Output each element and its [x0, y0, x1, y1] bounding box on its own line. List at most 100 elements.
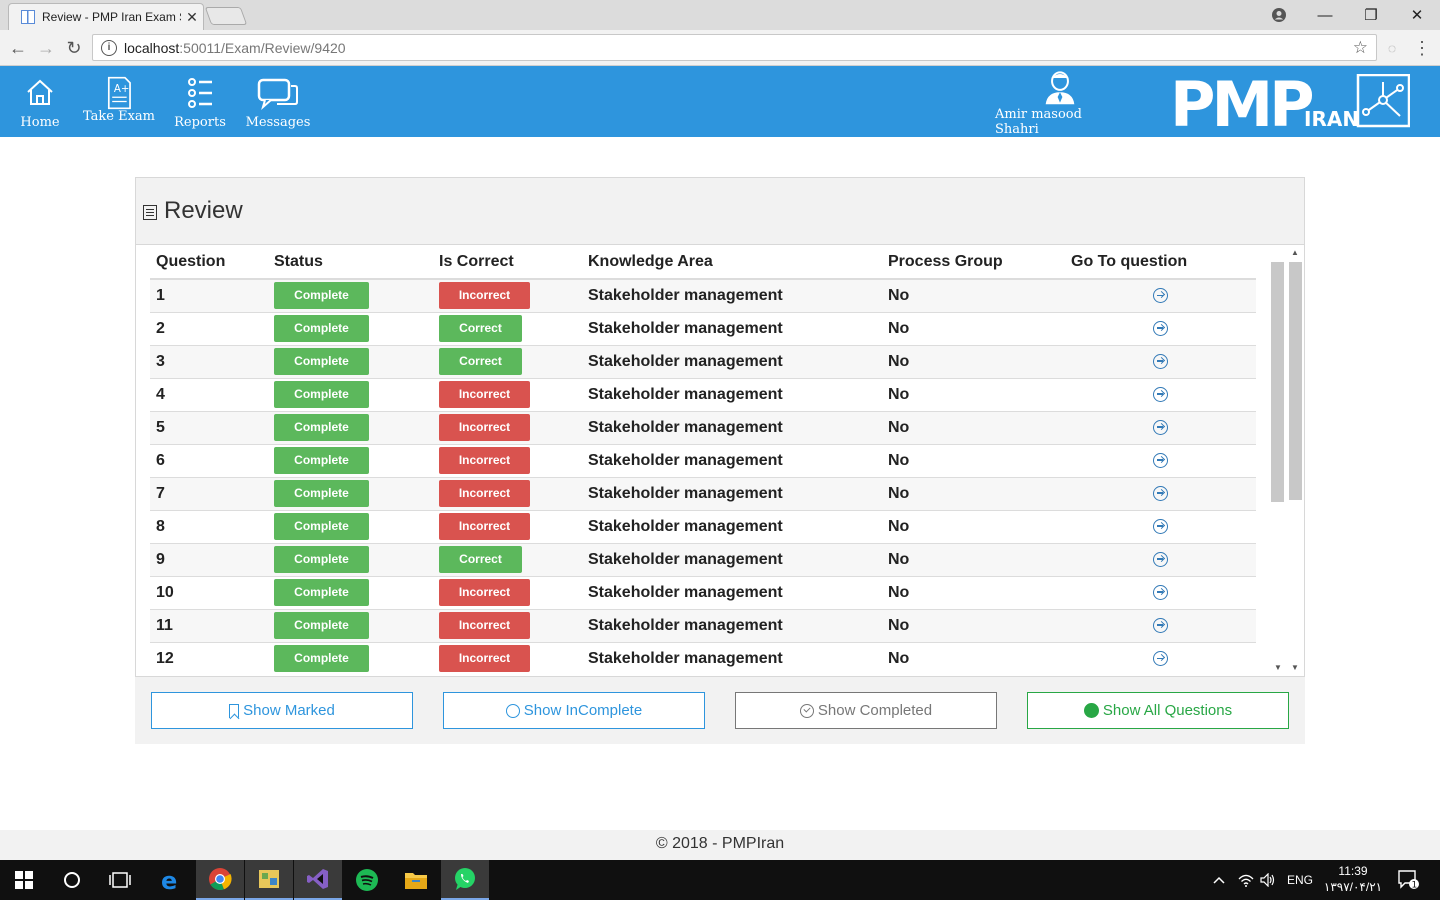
- address-bar[interactable]: i localhost:50011/Exam/Review/9420 ☆: [92, 34, 1377, 61]
- status-cell: Complete: [268, 641, 433, 675]
- table-scrollbar[interactable]: ▲ ▼ ▼: [1271, 246, 1305, 677]
- arrow-circle-right-icon[interactable]: [1153, 617, 1168, 633]
- col-knowledge-area: Knowledge Area: [582, 246, 882, 280]
- status-cell: Complete: [268, 443, 433, 477]
- scrollbar-thumb[interactable]: [1271, 262, 1284, 502]
- knowledge-area: Stakeholder management: [582, 509, 882, 543]
- user-avatar-icon: [1045, 71, 1075, 105]
- pmp-iran-logo[interactable]: PMP IRAN: [1170, 68, 1411, 141]
- arrow-circle-right-icon[interactable]: [1153, 353, 1168, 369]
- nav-take-exam[interactable]: A+ Take Exam: [82, 66, 156, 137]
- show-all-questions-button[interactable]: Show All Questions: [1027, 692, 1289, 729]
- is-correct-cell: Incorrect: [433, 443, 582, 477]
- process-group: No: [882, 641, 1065, 675]
- visual-studio-icon[interactable]: [294, 860, 342, 900]
- review-panel: Review Question Status Is Correct Knowle…: [135, 177, 1305, 677]
- profile-icon[interactable]: [1256, 0, 1302, 30]
- new-tab-button[interactable]: [204, 7, 248, 25]
- status-badge: Complete: [274, 612, 369, 639]
- is-correct-cell: Incorrect: [433, 476, 582, 510]
- knowledge-area: Stakeholder management: [582, 344, 882, 378]
- status-badge: Complete: [274, 480, 369, 507]
- knowledge-area: Stakeholder management: [582, 377, 882, 411]
- arrow-circle-right-icon[interactable]: [1153, 288, 1168, 304]
- correctness-badge: Correct: [439, 315, 522, 342]
- status-cell: Complete: [268, 542, 433, 576]
- reload-icon[interactable]: ↻: [62, 36, 86, 60]
- file-explorer-icon[interactable]: [392, 860, 440, 900]
- language-indicator[interactable]: ENG: [1287, 860, 1313, 900]
- arrow-circle-right-icon[interactable]: [1153, 452, 1168, 468]
- tray-chevron-icon[interactable]: [1212, 860, 1226, 900]
- browser-tab[interactable]: Review - PMP Iran Exam S ✕: [8, 3, 204, 30]
- process-group: No: [882, 608, 1065, 642]
- wifi-icon[interactable]: [1238, 860, 1254, 900]
- messages-chat-icon: [257, 78, 298, 110]
- close-window-icon[interactable]: ✕: [1394, 0, 1440, 30]
- tab-close-icon[interactable]: ✕: [181, 9, 203, 26]
- spotify-icon[interactable]: [343, 860, 391, 900]
- minimize-icon[interactable]: —: [1302, 0, 1348, 30]
- show-marked-button[interactable]: Show Marked: [151, 692, 413, 729]
- browser-menu-icon[interactable]: ⋮: [1410, 36, 1434, 60]
- status-cell: Complete: [268, 476, 433, 510]
- whatsapp-icon[interactable]: [441, 860, 489, 900]
- arrow-circle-right-icon[interactable]: [1153, 320, 1168, 336]
- show-completed-button[interactable]: Show Completed: [735, 692, 997, 729]
- table-row: 10 Complete Incorrect Stakeholder managemen…: [150, 575, 1256, 609]
- chrome-icon[interactable]: [196, 860, 244, 900]
- nav-reports[interactable]: Reports: [172, 66, 228, 137]
- extension-icon[interactable]: ◌: [1380, 36, 1404, 60]
- correctness-badge: Incorrect: [439, 414, 530, 441]
- volume-icon[interactable]: [1260, 860, 1276, 900]
- edge-browser-icon[interactable]: e: [147, 860, 195, 900]
- table-row: 1 Complete Incorrect Stakeholder management…: [150, 278, 1256, 312]
- status-badge: Complete: [274, 315, 369, 342]
- status-cell: Complete: [268, 410, 433, 444]
- restore-icon[interactable]: ❐: [1348, 0, 1394, 30]
- table-header-row: Question Status Is Correct Knowledge Are…: [150, 246, 1256, 280]
- check-circle-icon: [799, 703, 814, 718]
- arrow-circle-right-icon[interactable]: [1153, 419, 1168, 435]
- arrow-circle-right-icon[interactable]: [1153, 584, 1168, 600]
- nav-take-exam-label: Take Exam: [82, 109, 155, 124]
- knowledge-area: Stakeholder management: [582, 575, 882, 609]
- file-manager-app-icon[interactable]: [245, 860, 293, 900]
- notification-center-icon[interactable]: 1: [1398, 860, 1420, 900]
- status-badge: Complete: [274, 282, 369, 310]
- forward-arrow-icon[interactable]: →: [34, 36, 58, 60]
- review-table-container[interactable]: Question Status Is Correct Knowledge Are…: [150, 246, 1256, 677]
- is-correct-cell: Incorrect: [433, 410, 582, 444]
- arrow-circle-right-icon[interactable]: [1153, 518, 1168, 534]
- knowledge-area: Stakeholder management: [582, 542, 882, 576]
- show-completed-label: Show Completed: [817, 702, 933, 719]
- user-profile[interactable]: Amir masood Shahri: [995, 66, 1125, 137]
- show-incomplete-label: Show InComplete: [523, 702, 643, 719]
- scroll-down-icon[interactable]: ▼: [1274, 663, 1282, 672]
- correctness-badge: Incorrect: [439, 513, 530, 540]
- task-view-icon[interactable]: [96, 860, 144, 900]
- scrollbar-thumb-secondary[interactable]: [1289, 262, 1302, 500]
- arrow-circle-right-icon[interactable]: [1153, 386, 1168, 402]
- status-badge: Complete: [274, 579, 369, 606]
- show-incomplete-button[interactable]: Show InComplete: [443, 692, 705, 729]
- arrow-circle-right-icon[interactable]: [1153, 485, 1168, 501]
- go-to-question-cell: [1065, 641, 1256, 675]
- arrow-circle-right-icon[interactable]: [1153, 551, 1168, 567]
- scroll-up-icon[interactable]: ▲: [1291, 248, 1299, 257]
- knowledge-area: Stakeholder management: [582, 410, 882, 444]
- is-correct-cell: Correct: [433, 344, 582, 378]
- back-arrow-icon[interactable]: ←: [6, 36, 30, 60]
- bookmark-star-icon[interactable]: ☆: [1353, 38, 1368, 58]
- url-path: :50011/Exam/Review/9420: [179, 39, 346, 56]
- nav-messages[interactable]: Messages: [246, 66, 310, 137]
- site-info-icon[interactable]: i: [101, 39, 117, 56]
- question-number: 9: [150, 542, 268, 576]
- status-cell: Complete: [268, 509, 433, 543]
- scroll-down-icon-secondary[interactable]: ▼: [1291, 663, 1299, 672]
- windows-start-icon[interactable]: [0, 860, 48, 900]
- search-circle-icon[interactable]: [48, 860, 96, 900]
- system-clock[interactable]: 11:39 ۱۳۹۷/۰۴/۲۱: [1318, 863, 1388, 895]
- arrow-circle-right-icon[interactable]: [1153, 651, 1168, 667]
- nav-home[interactable]: Home: [18, 66, 62, 137]
